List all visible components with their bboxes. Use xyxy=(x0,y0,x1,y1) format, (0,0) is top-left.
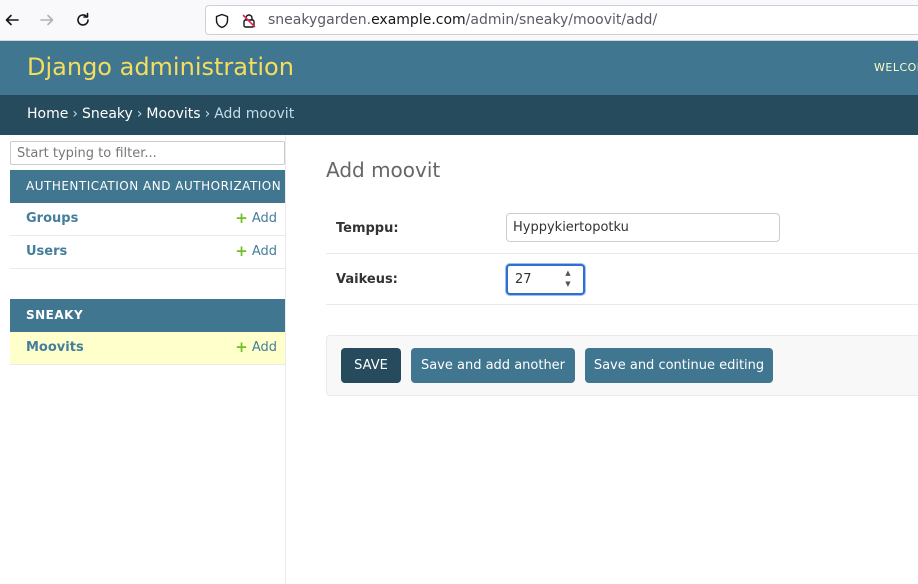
browser-toolbar: sneakygarden.example.com/admin/sneaky/mo… xyxy=(0,0,918,41)
temppu-input[interactable] xyxy=(506,213,780,242)
breadcrumb-model[interactable]: Moovits xyxy=(146,106,200,122)
vaikeus-label: Vaikeus: xyxy=(336,272,398,287)
nav-sidebar: AUTHENTICATION AND AUTHORIZATION Groups … xyxy=(0,135,286,584)
save-button[interactable]: SAVE xyxy=(341,348,401,383)
breadcrumb-app[interactable]: Sneaky xyxy=(82,106,133,122)
site-branding[interactable]: Django administration xyxy=(27,53,294,81)
submit-row: SAVE Save and add another Save and conti… xyxy=(326,335,918,396)
url-bar[interactable]: sneakygarden.example.com/admin/sneaky/mo… xyxy=(205,5,918,35)
form-row-temppu: Temppu: xyxy=(326,203,918,254)
plus-icon: + xyxy=(235,209,248,227)
reload-button[interactable] xyxy=(71,8,95,32)
breadcrumb-current: Add moovit xyxy=(214,106,295,122)
sidebar-item-users: Users + Add xyxy=(10,236,285,269)
add-label: Add xyxy=(251,244,277,259)
save-and-add-another-button[interactable]: Save and add another xyxy=(411,348,575,383)
moovits-link[interactable]: Moovits xyxy=(26,340,84,355)
spinner-down-icon[interactable]: ▼ xyxy=(565,280,570,289)
add-user-link[interactable]: + Add xyxy=(235,242,277,260)
spinner-up-icon[interactable]: ▲ xyxy=(565,269,570,278)
sidebar-item-groups: Groups + Add xyxy=(10,203,285,236)
module-sneaky: SNEAKY Moovits + Add xyxy=(10,299,285,365)
page-title: Add moovit xyxy=(326,158,441,182)
add-label: Add xyxy=(251,211,277,226)
add-moovit-link[interactable]: + Add xyxy=(235,338,277,356)
forward-arrow-icon xyxy=(40,14,54,26)
breadcrumb-separator: › xyxy=(204,106,211,122)
add-label: Add xyxy=(251,340,277,355)
breadcrumb-separator: › xyxy=(72,106,78,122)
plus-icon: + xyxy=(235,242,248,260)
reload-icon xyxy=(77,12,89,26)
module-auth: AUTHENTICATION AND AUTHORIZATION Groups … xyxy=(10,170,285,269)
back-arrow-icon xyxy=(5,14,19,26)
nav-filter-input[interactable] xyxy=(10,141,285,165)
add-group-link[interactable]: + Add xyxy=(235,209,277,227)
module-caption-auth[interactable]: AUTHENTICATION AND AUTHORIZATION xyxy=(10,170,285,203)
breadcrumb-separator: › xyxy=(136,106,143,122)
url-text[interactable]: sneakygarden.example.com/admin/sneaky/mo… xyxy=(268,12,657,28)
forward-button[interactable] xyxy=(35,8,59,32)
form-row-vaikeus: Vaikeus: 27 ▲ ▼ xyxy=(326,254,918,305)
groups-link[interactable]: Groups xyxy=(26,211,78,226)
save-and-continue-button[interactable]: Save and continue editing xyxy=(585,348,773,383)
user-tools: WELCOM xyxy=(874,61,918,74)
breadcrumb: Home › Sneaky › Moovits › Add moovit xyxy=(0,95,918,135)
vaikeus-value: 27 xyxy=(515,272,532,287)
temppu-label: Temppu: xyxy=(336,221,399,236)
shield-icon[interactable] xyxy=(214,13,230,29)
back-button[interactable] xyxy=(0,8,24,32)
number-spinner[interactable]: ▲ ▼ xyxy=(561,269,575,289)
module-caption-sneaky[interactable]: SNEAKY xyxy=(10,299,285,332)
insecure-lock-icon[interactable] xyxy=(241,13,257,29)
users-link[interactable]: Users xyxy=(26,244,67,259)
sidebar-item-moovits: Moovits + Add xyxy=(10,332,285,365)
site-header: Django administration WELCOM xyxy=(0,41,918,95)
breadcrumb-home[interactable]: Home xyxy=(27,106,68,122)
vaikeus-number-input[interactable]: 27 ▲ ▼ xyxy=(506,264,585,295)
plus-icon: + xyxy=(235,338,248,356)
